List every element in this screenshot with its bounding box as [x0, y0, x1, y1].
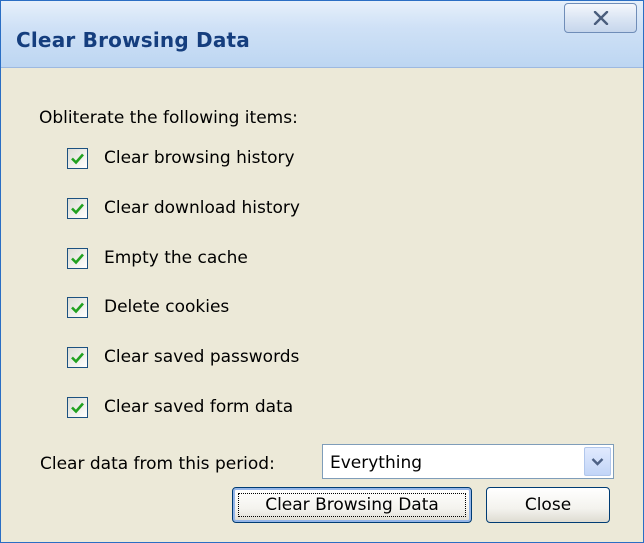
checkbox-label: Clear saved form data	[104, 397, 294, 417]
checkbox-row-form-data[interactable]: Clear saved form data	[67, 395, 293, 419]
checkbox-label: Clear saved passwords	[104, 347, 300, 367]
checkmark-icon	[71, 302, 84, 313]
clear-browsing-data-button[interactable]: Clear Browsing Data	[232, 487, 472, 523]
checkmark-icon	[71, 352, 84, 363]
close-icon	[593, 11, 608, 25]
checkmark-icon	[71, 253, 84, 264]
dropdown-button[interactable]	[584, 447, 611, 476]
period-label: Clear data from this period:	[40, 454, 275, 474]
checkbox-label: Clear download history	[104, 198, 300, 218]
clear-browsing-data-label: Clear Browsing Data	[265, 495, 439, 515]
checkbox-row-cache[interactable]: Empty the cache	[67, 246, 248, 270]
checkbox[interactable]	[67, 296, 88, 318]
checkmark-icon	[71, 402, 84, 413]
checkbox[interactable]	[67, 396, 88, 418]
close-window-button[interactable]	[564, 3, 637, 33]
title-bar[interactable]: Clear Browsing Data	[1, 1, 643, 68]
checkbox[interactable]	[67, 247, 88, 269]
close-button[interactable]: Close	[486, 487, 610, 523]
checkbox[interactable]	[67, 197, 88, 219]
checkbox-row-cookies[interactable]: Delete cookies	[67, 295, 229, 319]
dialog-title: Clear Browsing Data	[16, 28, 250, 52]
period-select-value: Everything	[330, 453, 423, 473]
checkmark-icon	[71, 203, 84, 214]
checkbox[interactable]	[67, 346, 88, 368]
checkbox-row-passwords[interactable]: Clear saved passwords	[67, 345, 299, 369]
checkbox-label: Delete cookies	[104, 297, 230, 317]
checkbox-label: Clear browsing history	[104, 148, 295, 168]
items-heading: Obliterate the following items:	[39, 108, 298, 128]
chevron-down-icon	[591, 458, 604, 466]
checkbox[interactable]	[67, 147, 88, 169]
period-select[interactable]: Everything	[322, 444, 614, 479]
checkmark-icon	[71, 153, 84, 164]
checkbox-label: Empty the cache	[104, 248, 248, 268]
dialog-window: Clear Browsing Data Obliterate the follo…	[0, 0, 644, 543]
checkbox-row-download-history[interactable]: Clear download history	[67, 196, 300, 220]
close-button-label: Close	[524, 495, 572, 515]
checkbox-row-browsing-history[interactable]: Clear browsing history	[67, 146, 295, 170]
